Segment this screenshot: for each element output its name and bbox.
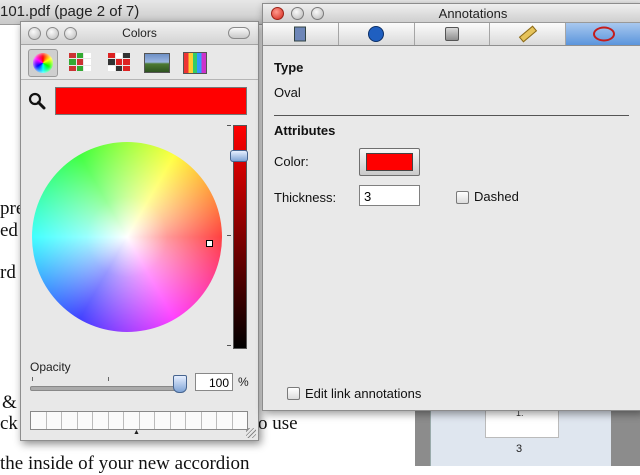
color-sliders-mode-button[interactable] bbox=[66, 49, 94, 75]
opacity-label: Opacity bbox=[30, 360, 71, 374]
color-wheel-icon bbox=[33, 53, 53, 73]
thickness-field[interactable]: 3 bbox=[359, 185, 420, 206]
thumbnail-page-number: 3 bbox=[516, 443, 523, 455]
crayons-mode-button[interactable] bbox=[180, 49, 208, 75]
current-color-well[interactable] bbox=[55, 87, 247, 115]
swatch-resize-handle-icon[interactable]: ▲ bbox=[133, 429, 140, 436]
edit-link-annotations-checkbox[interactable] bbox=[287, 387, 300, 400]
palette-icon bbox=[108, 53, 130, 71]
saved-swatches[interactable] bbox=[30, 411, 248, 430]
page-thumbnail[interactable]: 1. bbox=[485, 408, 559, 438]
zoom-button[interactable] bbox=[311, 7, 324, 20]
color-label: Color: bbox=[274, 154, 309, 169]
thickness-label: Thickness: bbox=[274, 190, 337, 205]
dashed-checkbox[interactable] bbox=[456, 191, 469, 204]
colors-title: Colors bbox=[122, 26, 157, 40]
colors-titlebar[interactable]: Colors bbox=[21, 22, 258, 45]
search-icon bbox=[368, 26, 385, 42]
toolbar-toggle-button[interactable] bbox=[228, 27, 250, 39]
tab-ruler[interactable] bbox=[490, 23, 567, 45]
doc-text-fragment: o use bbox=[258, 413, 298, 434]
color-palettes-mode-button[interactable] bbox=[105, 49, 133, 75]
image-palettes-mode-button[interactable] bbox=[142, 49, 170, 75]
lock-icon bbox=[444, 27, 459, 41]
doc-text-fragment: ed bbox=[0, 220, 18, 241]
magnifier-icon[interactable] bbox=[28, 92, 46, 110]
opacity-slider-knob[interactable] bbox=[173, 375, 187, 393]
color-mode-toolbar bbox=[21, 45, 258, 80]
minimize-button[interactable] bbox=[291, 7, 304, 20]
close-button[interactable] bbox=[271, 7, 284, 20]
tab-lock[interactable] bbox=[415, 23, 491, 45]
document-title: 101.pdf (page 2 of 7) bbox=[0, 3, 140, 20]
doc-text-fragment: & bbox=[2, 392, 17, 413]
crayons-icon bbox=[183, 52, 207, 74]
color-wheel[interactable] bbox=[32, 142, 222, 332]
color-wheel-mode-button[interactable] bbox=[28, 49, 58, 77]
sliders-icon bbox=[69, 53, 91, 71]
slider-tick bbox=[227, 345, 231, 346]
annotation-color-well[interactable] bbox=[359, 148, 420, 176]
brightness-slider-knob[interactable] bbox=[230, 150, 248, 162]
tab-oval[interactable] bbox=[566, 23, 640, 45]
document-icon bbox=[294, 26, 307, 42]
color-wheel-marker[interactable] bbox=[206, 240, 213, 247]
ruler-icon bbox=[518, 25, 537, 43]
annotation-tabs bbox=[263, 23, 640, 46]
dashed-label[interactable]: Dashed bbox=[474, 189, 519, 204]
edit-link-annotations-label[interactable]: Edit link annotations bbox=[305, 386, 421, 401]
annotations-panel: Annotations Type Oval Attributes Color: … bbox=[262, 3, 640, 411]
annotations-titlebar[interactable]: Annotations bbox=[263, 4, 640, 23]
attributes-heading: Attributes bbox=[274, 123, 336, 138]
oval-icon bbox=[592, 26, 615, 42]
type-heading: Type bbox=[274, 60, 304, 75]
landscape-image-icon bbox=[144, 53, 170, 73]
opacity-unit: % bbox=[238, 375, 249, 389]
doc-text-fragment: ck bbox=[0, 413, 18, 434]
tab-search[interactable] bbox=[339, 23, 415, 45]
opacity-slider[interactable] bbox=[30, 386, 185, 391]
resize-grip-icon[interactable] bbox=[246, 428, 256, 438]
doc-text-fragment: the inside of your new accordion bbox=[0, 453, 250, 474]
tab-document[interactable] bbox=[263, 23, 339, 45]
slider-tick bbox=[227, 125, 231, 126]
type-value: Oval bbox=[274, 85, 301, 100]
opacity-field[interactable]: 100 bbox=[195, 373, 233, 391]
annotations-title: Annotations bbox=[438, 6, 508, 21]
color-well-swatch bbox=[366, 153, 413, 171]
slider-tick bbox=[227, 235, 231, 236]
colors-panel: Colors Opacity 100 % ▲ bbox=[20, 21, 259, 441]
section-divider bbox=[274, 115, 629, 116]
